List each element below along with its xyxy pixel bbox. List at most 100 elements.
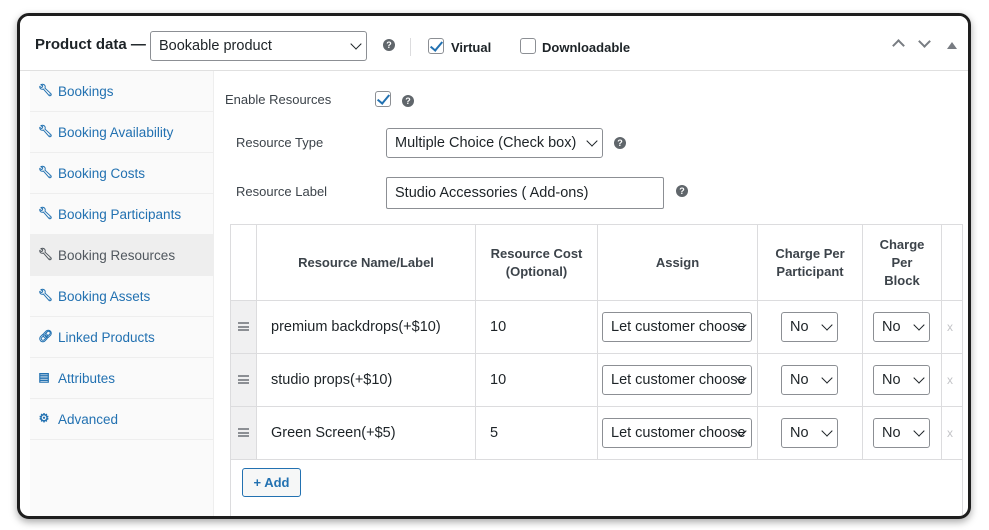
resource-label-input[interactable]: Studio Accessories ( Add-ons) [386, 177, 664, 209]
sidebar-item-label: Booking Costs [58, 166, 146, 181]
drag-handle-icon [238, 375, 249, 384]
sidebar-item-label: Booking Participants [58, 207, 182, 222]
resources-panel: Enable Resources ? Resource Type Multipl… [214, 71, 968, 516]
product-type-select[interactable]: Bookable product [150, 31, 367, 61]
remove-row-button[interactable]: x [947, 426, 953, 440]
per-block-select[interactable]: No [873, 312, 930, 342]
downloadable-checkbox[interactable] [520, 38, 536, 54]
chevron-down-icon [350, 38, 362, 50]
sidebar-item-label: Booking Availability [58, 125, 174, 140]
sidebar-item-label: Booking Resources [58, 248, 176, 263]
downloadable-label[interactable]: Downloadable [542, 40, 630, 55]
assign-value: Let customer choose [611, 319, 746, 335]
assign-cell: Let customer choose [598, 301, 758, 353]
product-data-panel: Product data — Bookable product ? Virtua… [17, 13, 971, 519]
add-resource-button[interactable]: + Add [242, 468, 301, 497]
resource-name: premium backdrops(+$10) [271, 319, 441, 335]
assign-cell: Let customer choose [598, 407, 758, 459]
assign-select[interactable]: Let customer choose [602, 365, 752, 395]
sidebar-item-label: Booking Assets [58, 289, 151, 304]
name-column-header: Resource Name/Label [257, 225, 476, 300]
per-block-column-header: Charge Per Block [863, 225, 942, 300]
resource-cost: 5 [490, 425, 499, 441]
drag-column-header [231, 225, 257, 300]
product-data-header: Product data — Bookable product ? Virtua… [20, 16, 968, 71]
chevron-down-icon [586, 135, 598, 147]
table-header-row: Resource Name/Label Resource Cost (Optio… [231, 225, 962, 301]
assign-select[interactable]: Let customer choose [602, 312, 752, 342]
remove-row-button[interactable]: x [947, 320, 953, 334]
sidebar-item-advanced[interactable]: ⚙︎ Advanced [30, 399, 214, 440]
gear-icon: ⚙︎ [38, 411, 50, 425]
per-participant-select[interactable]: No [781, 312, 838, 342]
help-icon[interactable]: ? [676, 185, 688, 197]
link-icon: 🔗︎ [38, 329, 54, 343]
wrench-icon: 🔧︎ [38, 288, 54, 302]
drag-handle-icon [238, 322, 249, 331]
resource-name: Green Screen(+$5) [271, 425, 396, 441]
wrench-icon: 🔧︎ [38, 247, 54, 261]
help-icon[interactable]: ? [383, 39, 395, 51]
collapse-toggle-icon[interactable] [947, 42, 957, 49]
sidebar-item-bookings[interactable]: 🔧︎ Bookings [30, 71, 214, 112]
help-icon[interactable]: ? [614, 137, 626, 149]
cost-column-header: Resource Cost (Optional) [476, 225, 598, 300]
product-data-title: Product data — [35, 36, 146, 53]
product-data-tabs: 🔧︎ Bookings 🔧︎ Booking Availability 🔧︎ B… [30, 71, 214, 516]
drag-handle[interactable] [231, 301, 257, 353]
resource-name-cell: studio props(+$10) [257, 354, 476, 406]
remove-cell: x [942, 407, 963, 459]
resource-name: studio props(+$10) [271, 372, 393, 388]
per-block-cell: No [863, 407, 942, 459]
wrench-icon: 🔧︎ [38, 124, 54, 138]
per-block-select[interactable]: No [873, 418, 930, 448]
per-block-value: No [882, 319, 901, 335]
sidebar-item-attributes[interactable]: ▤ Attributes [30, 358, 214, 399]
sidebar-item-label: Attributes [58, 371, 116, 386]
chevron-down-icon [821, 372, 833, 384]
chevron-down-icon [821, 425, 833, 437]
per-block-select[interactable]: No [873, 365, 930, 395]
sidebar-item-label: Linked Products [58, 330, 155, 345]
assign-value: Let customer choose [611, 372, 746, 388]
assign-select[interactable]: Let customer choose [602, 418, 752, 448]
product-type-value: Bookable product [159, 38, 272, 54]
sidebar-item-label: Bookings [58, 84, 114, 99]
drag-handle[interactable] [231, 407, 257, 459]
resource-type-label: Resource Type [236, 135, 324, 150]
resource-label-value: Studio Accessories ( Add-ons) [395, 185, 589, 201]
help-icon[interactable]: ? [402, 95, 414, 107]
remove-cell: x [942, 354, 963, 406]
sidebar-item-booking-availability[interactable]: 🔧︎ Booking Availability [30, 112, 214, 153]
enable-resources-checkbox[interactable] [375, 91, 391, 107]
per-participant-column-header: Charge Per Participant [758, 225, 863, 300]
assign-value: Let customer choose [611, 425, 746, 441]
resource-type-select[interactable]: Multiple Choice (Check box) [386, 128, 603, 158]
sidebar-item-linked-products[interactable]: 🔗︎ Linked Products [30, 317, 214, 358]
per-participant-value: No [790, 319, 809, 335]
sidebar-item-booking-costs[interactable]: 🔧︎ Booking Costs [30, 153, 214, 194]
per-participant-cell: No [758, 301, 863, 353]
resources-table: Resource Name/Label Resource Cost (Optio… [230, 224, 963, 516]
table-row: premium backdrops(+$10) 10 Let customer … [231, 301, 962, 354]
remove-row-button[interactable]: x [947, 373, 953, 387]
virtual-label[interactable]: Virtual [451, 40, 491, 55]
per-participant-select[interactable]: No [781, 365, 838, 395]
move-down-icon[interactable] [918, 35, 931, 48]
virtual-checkbox[interactable] [428, 38, 444, 54]
sidebar-item-booking-participants[interactable]: 🔧︎ Booking Participants [30, 194, 214, 235]
assign-cell: Let customer choose [598, 354, 758, 406]
table-row: Green Screen(+$5) 5 Let customer choose … [231, 407, 962, 460]
assign-column-header: Assign [598, 225, 758, 300]
sidebar-item-booking-assets[interactable]: 🔧︎ Booking Assets [30, 276, 214, 317]
chevron-down-icon [913, 372, 925, 384]
resource-cost: 10 [490, 372, 507, 388]
per-block-value: No [882, 372, 901, 388]
per-participant-value: No [790, 425, 809, 441]
sidebar-item-booking-resources[interactable]: 🔧︎ Booking Resources [30, 235, 214, 276]
per-participant-select[interactable]: No [781, 418, 838, 448]
drag-handle[interactable] [231, 354, 257, 406]
enable-resources-label: Enable Resources [225, 92, 332, 107]
move-up-icon[interactable] [892, 39, 905, 52]
resource-cost-cell: 5 [476, 407, 598, 459]
